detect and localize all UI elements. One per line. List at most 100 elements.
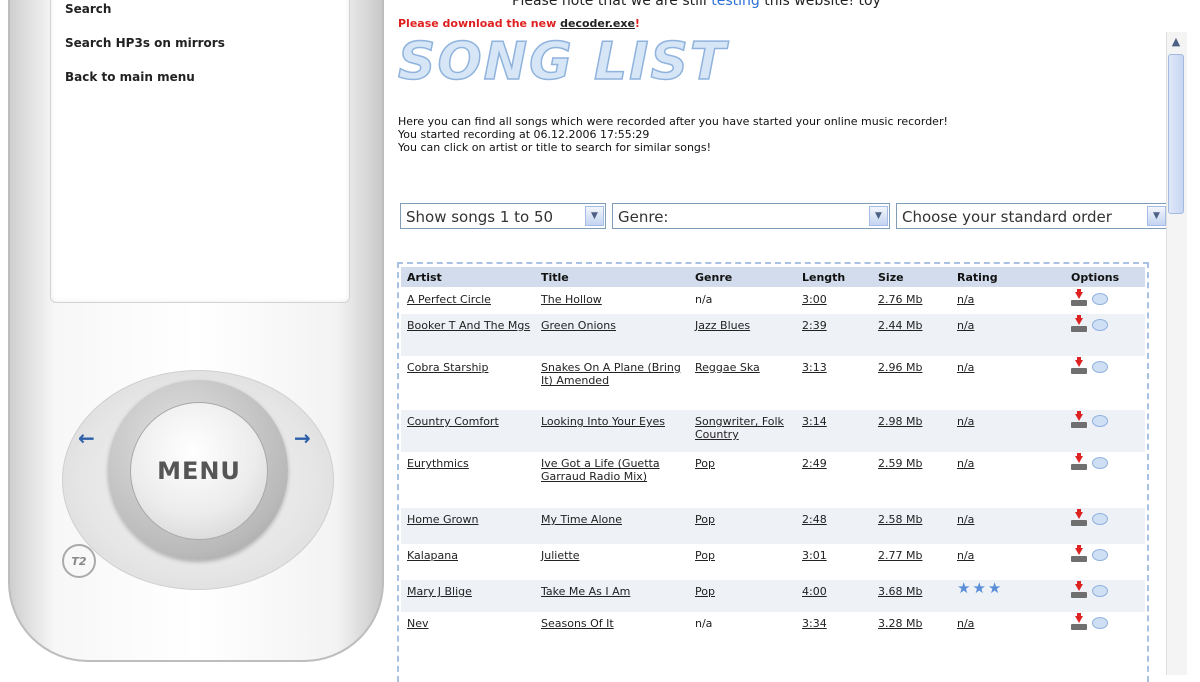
artist-cell[interactable]: Home Grown (407, 513, 533, 526)
title-cell[interactable]: Snakes On A Plane (Bring It) Amended (541, 361, 687, 387)
header-rating[interactable]: Rating (957, 271, 998, 284)
table-row: A Perfect Circle The Hollow n/a 3:00 2.76 Mb… (401, 288, 1145, 314)
length-cell[interactable]: 2:49 (802, 457, 862, 470)
download-icon[interactable] (1071, 509, 1087, 526)
show-songs-select[interactable]: Show songs 1 to 50 ▼ (400, 203, 606, 229)
comment-icon[interactable] (1092, 617, 1108, 629)
arrow-left-icon[interactable]: ← (78, 426, 95, 450)
genre-cell[interactable]: Pop (695, 457, 799, 470)
artist-cell[interactable]: Country Comfort (407, 415, 533, 428)
rating-cell[interactable]: n/a (957, 513, 1037, 526)
size-cell[interactable]: 3.28 Mb (878, 617, 948, 630)
title-cell[interactable]: My Time Alone (541, 513, 687, 526)
download-icon[interactable] (1071, 581, 1087, 598)
artist-cell[interactable]: Booker T And The Mgs (407, 319, 533, 332)
scrollbar-thumb[interactable] (1168, 54, 1184, 214)
rating-cell[interactable]: n/a (957, 361, 1037, 374)
download-icon[interactable] (1071, 315, 1087, 332)
artist-cell[interactable]: Mary J Blige (407, 585, 533, 598)
size-cell[interactable]: 3.68 Mb (878, 585, 948, 598)
order-select[interactable]: Choose your standard order ▼ (896, 203, 1168, 229)
title-cell[interactable]: Take Me As I Am (541, 585, 687, 598)
genre-cell[interactable]: Pop (695, 585, 799, 598)
genre-select[interactable]: Genre: ▼ (612, 203, 890, 229)
rating-cell[interactable]: n/a (957, 319, 1037, 332)
size-cell[interactable]: 2.76 Mb (878, 293, 948, 306)
size-cell[interactable]: 2.96 Mb (878, 361, 948, 374)
length-cell[interactable]: 3:00 (802, 293, 862, 306)
menu-item-back-main[interactable]: Back to main menu (65, 70, 195, 84)
size-cell[interactable]: 2.58 Mb (878, 513, 948, 526)
phone-screen: Search Search HP3s on mirrors Back to ma… (50, 0, 350, 303)
length-cell[interactable]: 3:34 (802, 617, 862, 630)
row-options (1071, 545, 1108, 562)
download-icon[interactable] (1071, 289, 1087, 306)
rating-cell[interactable]: n/a (957, 293, 1037, 306)
length-cell[interactable]: 4:00 (802, 585, 862, 598)
artist-cell[interactable]: Kalapana (407, 549, 533, 562)
size-cell[interactable]: 2.59 Mb (878, 457, 948, 470)
scroll-up-icon[interactable]: ▲ (1168, 34, 1184, 50)
title-cell[interactable]: Looking Into Your Eyes (541, 415, 687, 428)
title-cell[interactable]: Juliette (541, 549, 687, 562)
row-options (1071, 613, 1108, 630)
artist-cell[interactable]: A Perfect Circle (407, 293, 533, 306)
size-cell[interactable]: 2.98 Mb (878, 415, 948, 428)
menu-item-search-mirrors[interactable]: Search HP3s on mirrors (65, 36, 225, 50)
menu-item-search[interactable]: Search (65, 2, 111, 16)
download-icon[interactable] (1071, 613, 1087, 630)
header-length[interactable]: Length (802, 271, 845, 284)
length-cell[interactable]: 3:14 (802, 415, 862, 428)
length-cell[interactable]: 3:01 (802, 549, 862, 562)
download-icon[interactable] (1071, 453, 1087, 470)
download-prefix: Please download the new (398, 17, 561, 30)
comment-icon[interactable] (1092, 513, 1108, 525)
menu-button[interactable]: MENU (130, 402, 268, 540)
rating-cell[interactable]: n/a (957, 617, 1037, 630)
artist-cell[interactable]: Eurythmics (407, 457, 533, 470)
title-cell[interactable]: Ive Got a Life (Guetta Garraud Radio Mix… (541, 457, 687, 483)
length-cell[interactable]: 3:13 (802, 361, 862, 374)
download-icon[interactable] (1071, 545, 1087, 562)
genre-cell[interactable]: Songwriter, Folk Country (695, 415, 799, 441)
comment-icon[interactable] (1092, 457, 1108, 469)
title-cell[interactable]: The Hollow (541, 293, 687, 306)
comment-icon[interactable] (1092, 293, 1108, 305)
comment-icon[interactable] (1092, 415, 1108, 427)
artist-cell[interactable]: Cobra Starship (407, 361, 533, 374)
chevron-down-icon: ▼ (1147, 206, 1166, 226)
length-cell[interactable]: 2:39 (802, 319, 862, 332)
header-artist[interactable]: Artist (407, 271, 442, 284)
header-genre[interactable]: Genre (695, 271, 732, 284)
header-title[interactable]: Title (541, 271, 569, 284)
comment-icon[interactable] (1092, 585, 1108, 597)
rating-cell[interactable]: n/a (957, 549, 1037, 562)
length-cell[interactable]: 2:48 (802, 513, 862, 526)
genre-cell[interactable]: Jazz Blues (695, 319, 799, 332)
comment-icon[interactable] (1092, 549, 1108, 561)
rating-cell[interactable]: n/a (957, 415, 1037, 428)
download-icon[interactable] (1071, 411, 1087, 428)
size-cell[interactable]: 2.44 Mb (878, 319, 948, 332)
download-icon[interactable] (1071, 357, 1087, 374)
star-icon[interactable]: ★ (957, 579, 972, 597)
header-size[interactable]: Size (878, 271, 904, 284)
comment-icon[interactable] (1092, 361, 1108, 373)
genre-cell[interactable]: Pop (695, 549, 799, 562)
decoder-download-link[interactable]: decoder.exe (560, 17, 635, 30)
table-row: Eurythmics Ive Got a Life (Guetta Garraud… (401, 452, 1145, 508)
genre-cell[interactable]: Pop (695, 513, 799, 526)
title-cell[interactable]: Seasons Of It (541, 617, 687, 630)
phone-logo: T2 (62, 544, 96, 578)
star-icon[interactable]: ★ (972, 579, 987, 597)
rating-cell[interactable]: n/a (957, 457, 1037, 470)
size-cell[interactable]: 2.77 Mb (878, 549, 948, 562)
rating-stars[interactable]: ★★★ (957, 579, 1037, 597)
arrow-right-icon[interactable]: → (294, 426, 311, 450)
title-cell[interactable]: Green Onions (541, 319, 687, 332)
comment-icon[interactable] (1092, 319, 1108, 331)
testing-link[interactable]: testing (711, 0, 760, 9)
artist-cell[interactable]: Nev (407, 617, 533, 630)
genre-cell[interactable]: Reggae Ska (695, 361, 799, 374)
star-icon[interactable]: ★ (988, 579, 1003, 597)
